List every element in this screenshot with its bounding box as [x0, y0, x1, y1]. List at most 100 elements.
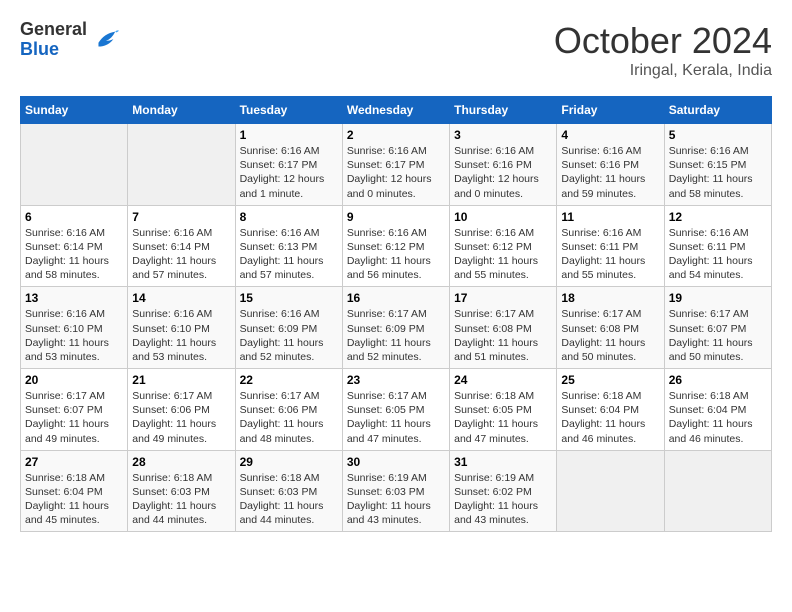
- day-info: Sunrise: 6:18 AMSunset: 6:03 PMDaylight:…: [132, 471, 230, 528]
- day-number: 14: [132, 291, 230, 305]
- calendar-cell: 29 Sunrise: 6:18 AMSunset: 6:03 PMDayligh…: [235, 450, 342, 532]
- day-info: Sunrise: 6:16 AMSunset: 6:12 PMDaylight:…: [454, 226, 552, 283]
- day-number: 28: [132, 455, 230, 469]
- calendar-week-2: 6Sunrise: 6:16 AMSunset: 6:14 PMDaylight…: [21, 205, 772, 287]
- day-number: 13: [25, 291, 123, 305]
- day-info: Sunrise: 6:18 AMSunset: 6:05 PMDaylight:…: [454, 389, 552, 446]
- title-block: October 2024 Iringal, Kerala, India: [554, 20, 772, 80]
- calendar-cell: 14 Sunrise: 6:16 AMSunset: 6:10 PMDayligh…: [128, 287, 235, 369]
- calendar-cell: 11 Sunrise: 6:16 AMSunset: 6:11 PMDayligh…: [557, 205, 664, 287]
- calendar-cell: 16 Sunrise: 6:17 AMSunset: 6:09 PMDayligh…: [342, 287, 449, 369]
- day-number: 11: [561, 210, 659, 224]
- day-info: Sunrise: 6:17 AMSunset: 6:07 PMDaylight:…: [669, 307, 767, 364]
- day-info: Sunrise: 6:16 AMSunset: 6:17 PMDaylight:…: [347, 144, 445, 201]
- day-number: 17: [454, 291, 552, 305]
- calendar-cell: 26 Sunrise: 6:18 AMSunset: 6:04 PMDayligh…: [664, 369, 771, 451]
- day-number: 7: [132, 210, 230, 224]
- day-number: 26: [669, 373, 767, 387]
- day-info: Sunrise: 6:17 AMSunset: 6:07 PMDaylight:…: [25, 389, 123, 446]
- weekday-header-saturday: Saturday: [664, 97, 771, 124]
- calendar-cell: 18Sunrise: 6:17 AMSunset: 6:08 PMDayligh…: [557, 287, 664, 369]
- calendar-cell: 1Sunrise: 6:16 AMSunset: 6:17 PMDaylight…: [235, 124, 342, 206]
- weekday-header-monday: Monday: [128, 97, 235, 124]
- day-info: Sunrise: 6:18 AMSunset: 6:03 PMDaylight:…: [240, 471, 338, 528]
- calendar-cell: 30Sunrise: 6:19 AMSunset: 6:03 PMDayligh…: [342, 450, 449, 532]
- calendar-header: SundayMondayTuesdayWednesdayThursdayFrid…: [21, 97, 772, 124]
- calendar-cell: 20 Sunrise: 6:17 AMSunset: 6:07 PMDayligh…: [21, 369, 128, 451]
- weekday-row: SundayMondayTuesdayWednesdayThursdayFrid…: [21, 97, 772, 124]
- month-title: October 2024: [554, 20, 772, 62]
- weekday-header-thursday: Thursday: [450, 97, 557, 124]
- calendar-cell: 5Sunrise: 6:16 AMSunset: 6:15 PMDaylight…: [664, 124, 771, 206]
- day-number: 21: [132, 373, 230, 387]
- day-info: Sunrise: 6:16 AMSunset: 6:16 PMDaylight:…: [454, 144, 552, 201]
- day-info: Sunrise: 6:16 AMSunset: 6:10 PMDaylight:…: [25, 307, 123, 364]
- day-number: 29: [240, 455, 338, 469]
- day-number: 8: [240, 210, 338, 224]
- day-info: Sunrise: 6:16 AMSunset: 6:10 PMDaylight:…: [132, 307, 230, 364]
- day-number: 23: [347, 373, 445, 387]
- calendar-body: 1 Sunrise: 6:16 AMSunset: 6:17 PMDaylight…: [21, 124, 772, 532]
- location-subtitle: Iringal, Kerala, India: [554, 62, 772, 80]
- calendar-cell: 6Sunrise: 6:16 AMSunset: 6:14 PMDaylight…: [21, 205, 128, 287]
- weekday-header-sunday: Sunday: [21, 97, 128, 124]
- day-info: Sunrise: 6:16 AMSunset: 6:12 PMDaylight:…: [347, 226, 445, 283]
- calendar-cell: [664, 450, 771, 532]
- calendar-cell: 31 Sunrise: 6:19 AMSunset: 6:02 PMDayligh…: [450, 450, 557, 532]
- calendar-cell: [21, 124, 128, 206]
- calendar-cell: 4 Sunrise: 6:16 AMSunset: 6:16 PMDaylight…: [557, 124, 664, 206]
- day-number: 4: [561, 128, 659, 142]
- day-number: 24: [454, 373, 552, 387]
- day-number: 15: [240, 291, 338, 305]
- logo: General Blue: [20, 20, 119, 60]
- calendar-table: SundayMondayTuesdayWednesdayThursdayFrid…: [20, 96, 772, 532]
- day-info: Sunrise: 6:17 AMSunset: 6:08 PMDaylight:…: [454, 307, 552, 364]
- day-info: Sunrise: 6:16 AMSunset: 6:11 PMDaylight:…: [669, 226, 767, 283]
- weekday-header-friday: Friday: [557, 97, 664, 124]
- calendar-cell: 10 Sunrise: 6:16 AMSunset: 6:12 PMDayligh…: [450, 205, 557, 287]
- day-info: Sunrise: 6:16 AMSunset: 6:13 PMDaylight:…: [240, 226, 338, 283]
- day-number: 12: [669, 210, 767, 224]
- day-number: 10: [454, 210, 552, 224]
- day-number: 1: [240, 128, 338, 142]
- logo-blue: Blue: [20, 40, 87, 60]
- calendar-cell: 28 Sunrise: 6:18 AMSunset: 6:03 PMDayligh…: [128, 450, 235, 532]
- calendar-week-5: 27Sunrise: 6:18 AMSunset: 6:04 PMDayligh…: [21, 450, 772, 532]
- calendar-week-1: 1 Sunrise: 6:16 AMSunset: 6:17 PMDaylight…: [21, 124, 772, 206]
- logo-text: General Blue: [20, 20, 87, 60]
- day-info: Sunrise: 6:17 AMSunset: 6:06 PMDaylight:…: [240, 389, 338, 446]
- calendar-cell: 7 Sunrise: 6:16 AMSunset: 6:14 PMDaylight…: [128, 205, 235, 287]
- calendar-cell: 17 Sunrise: 6:17 AMSunset: 6:08 PMDayligh…: [450, 287, 557, 369]
- calendar-cell: 25Sunrise: 6:18 AMSunset: 6:04 PMDayligh…: [557, 369, 664, 451]
- logo-bird-icon: [91, 26, 119, 54]
- day-info: Sunrise: 6:18 AMSunset: 6:04 PMDaylight:…: [669, 389, 767, 446]
- calendar-cell: 3 Sunrise: 6:16 AMSunset: 6:16 PMDaylight…: [450, 124, 557, 206]
- calendar-cell: 22 Sunrise: 6:17 AMSunset: 6:06 PMDayligh…: [235, 369, 342, 451]
- calendar-cell: 8 Sunrise: 6:16 AMSunset: 6:13 PMDaylight…: [235, 205, 342, 287]
- day-info: Sunrise: 6:17 AMSunset: 6:05 PMDaylight:…: [347, 389, 445, 446]
- calendar-cell: 23 Sunrise: 6:17 AMSunset: 6:05 PMDayligh…: [342, 369, 449, 451]
- calendar-cell: [557, 450, 664, 532]
- day-number: 3: [454, 128, 552, 142]
- calendar-cell: 24 Sunrise: 6:18 AMSunset: 6:05 PMDayligh…: [450, 369, 557, 451]
- day-info: Sunrise: 6:19 AMSunset: 6:02 PMDaylight:…: [454, 471, 552, 528]
- day-info: Sunrise: 6:16 AMSunset: 6:14 PMDaylight:…: [132, 226, 230, 283]
- calendar-cell: 2Sunrise: 6:16 AMSunset: 6:17 PMDaylight…: [342, 124, 449, 206]
- day-info: Sunrise: 6:17 AMSunset: 6:09 PMDaylight:…: [347, 307, 445, 364]
- day-info: Sunrise: 6:16 AMSunset: 6:16 PMDaylight:…: [561, 144, 659, 201]
- day-number: 16: [347, 291, 445, 305]
- calendar-cell: 9Sunrise: 6:16 AMSunset: 6:12 PMDaylight…: [342, 205, 449, 287]
- weekday-header-tuesday: Tuesday: [235, 97, 342, 124]
- day-info: Sunrise: 6:16 AMSunset: 6:11 PMDaylight:…: [561, 226, 659, 283]
- day-info: Sunrise: 6:16 AMSunset: 6:09 PMDaylight:…: [240, 307, 338, 364]
- day-number: 31: [454, 455, 552, 469]
- day-number: 22: [240, 373, 338, 387]
- day-number: 20: [25, 373, 123, 387]
- day-number: 25: [561, 373, 659, 387]
- calendar-week-3: 13 Sunrise: 6:16 AMSunset: 6:10 PMDayligh…: [21, 287, 772, 369]
- page-header: General Blue October 2024 Iringal, Keral…: [20, 20, 772, 80]
- day-number: 30: [347, 455, 445, 469]
- calendar-cell: [128, 124, 235, 206]
- day-info: Sunrise: 6:18 AMSunset: 6:04 PMDaylight:…: [25, 471, 123, 528]
- day-info: Sunrise: 6:16 AMSunset: 6:14 PMDaylight:…: [25, 226, 123, 283]
